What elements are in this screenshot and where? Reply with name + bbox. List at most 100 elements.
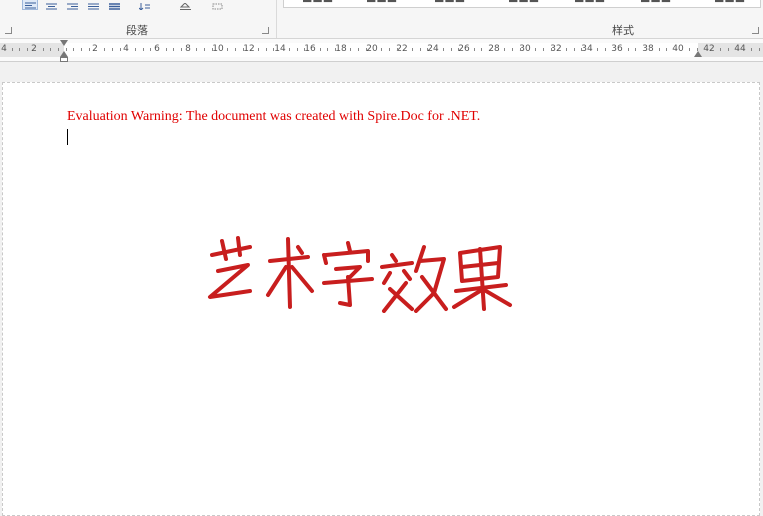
ruler-tick xyxy=(520,48,521,51)
ruler-tick xyxy=(120,48,121,51)
ribbon: 段落 ▬▬▬ ▬▬▬ ▬▬▬ ▬▬▬ ▬▬▬ ▬▬▬ ▬▬▬ 样式 xyxy=(0,0,763,39)
ruler-tick xyxy=(50,48,51,51)
ruler-number: 10 xyxy=(212,44,224,54)
justify-icon xyxy=(87,3,99,10)
ruler-tick xyxy=(266,48,267,51)
ruler-tick xyxy=(27,48,28,51)
ruler-tick xyxy=(335,48,336,51)
ruler-tick xyxy=(227,48,228,51)
justify-button[interactable] xyxy=(85,0,101,10)
style-item[interactable]: ▬▬▬ xyxy=(302,0,333,6)
document-page[interactable]: Evaluation Warning: The document was cre… xyxy=(2,82,760,516)
ruler-tick xyxy=(451,48,452,51)
style-item[interactable]: ▬▬▬ xyxy=(640,0,671,6)
borders-button[interactable] xyxy=(209,0,225,10)
ruler-number: 4 xyxy=(123,44,129,54)
wordart-image[interactable] xyxy=(198,233,518,313)
first-line-indent-marker[interactable] xyxy=(60,40,68,46)
font-dialog-launcher[interactable] xyxy=(5,27,12,34)
ruler-tick xyxy=(535,48,536,51)
ruler-tick xyxy=(181,48,182,51)
ruler-number: 20 xyxy=(366,44,378,54)
horizontal-ruler[interactable]: 4 2 2 4 6 8 10 12 14 16 18 20 22 24 26 28 30 32 34 36 38 40 42… xyxy=(0,39,763,62)
ruler-number: 36 xyxy=(611,44,623,54)
ruler-tick xyxy=(504,48,505,51)
ruler-tick xyxy=(196,48,197,51)
ruler-tick xyxy=(112,48,113,51)
ruler-number: 4 xyxy=(1,44,7,54)
ruler-tick xyxy=(81,48,82,51)
ruler-tick xyxy=(689,48,690,51)
ruler-tick xyxy=(751,48,752,51)
align-left-icon xyxy=(24,2,36,9)
ruler-tick xyxy=(458,48,459,51)
ruler-tick xyxy=(381,48,382,51)
ruler-tick xyxy=(666,48,667,51)
ruler-number: 34 xyxy=(581,44,593,54)
ruler-number: 12 xyxy=(243,44,255,54)
ruler-tick xyxy=(58,48,59,51)
style-item[interactable]: ▬▬▬ xyxy=(366,0,397,6)
align-right-icon xyxy=(66,3,78,10)
styles-gallery[interactable]: ▬▬▬ ▬▬▬ ▬▬▬ ▬▬▬ ▬▬▬ ▬▬▬ ▬▬▬ xyxy=(283,0,761,8)
ruler-tick xyxy=(258,48,259,51)
ruler-tick xyxy=(104,48,105,51)
right-indent-marker[interactable] xyxy=(694,51,702,57)
ruler-tick xyxy=(412,48,413,51)
ruler-tick xyxy=(427,48,428,51)
ruler-tick xyxy=(73,48,74,51)
ruler-number: 6 xyxy=(154,44,160,54)
ruler-tick xyxy=(12,48,13,51)
ruler-number: 24 xyxy=(427,44,439,54)
ruler-tick xyxy=(720,48,721,51)
ruler-tick xyxy=(358,48,359,51)
ruler-number: 28 xyxy=(488,44,500,54)
ruler-number: 38 xyxy=(642,44,654,54)
shading-button[interactable] xyxy=(177,0,193,10)
ruler-number: 2 xyxy=(31,44,37,54)
ruler-tick xyxy=(659,48,660,51)
shading-icon xyxy=(179,3,191,10)
align-center-button[interactable] xyxy=(43,0,59,10)
ruler-number: 42 xyxy=(703,44,715,54)
document-area[interactable]: Evaluation Warning: The document was cre… xyxy=(0,62,763,516)
style-item[interactable]: ▬▬▬ xyxy=(714,0,745,6)
ruler-tick xyxy=(574,48,575,51)
ruler-tick xyxy=(474,48,475,51)
styles-group-label: 样式 xyxy=(612,24,634,37)
ruler-number: 18 xyxy=(335,44,347,54)
ruler-tick xyxy=(327,48,328,51)
ruler-tick xyxy=(297,48,298,51)
ruler-tick xyxy=(728,48,729,51)
align-left-button[interactable] xyxy=(22,0,38,10)
ruler-tick xyxy=(605,48,606,51)
group-separator xyxy=(276,0,277,38)
ruler-tick xyxy=(397,48,398,51)
ruler-tick xyxy=(566,48,567,51)
ruler-number: 14 xyxy=(274,44,286,54)
ruler-number: 26 xyxy=(458,44,470,54)
distributed-button[interactable] xyxy=(106,0,122,10)
ruler-tick xyxy=(243,48,244,51)
ruler-tick xyxy=(366,48,367,51)
ruler-tick xyxy=(89,48,90,51)
evaluation-warning-text: Evaluation Warning: The document was cre… xyxy=(67,109,481,124)
ruler-tick xyxy=(143,48,144,51)
text-caret xyxy=(67,129,68,145)
ruler-number: 44 xyxy=(734,44,746,54)
paragraph-dialog-launcher[interactable] xyxy=(262,27,269,34)
style-item[interactable]: ▬▬▬ xyxy=(508,0,539,6)
styles-dialog-launcher[interactable] xyxy=(752,27,759,34)
line-spacing-button[interactable] xyxy=(136,0,152,10)
ruler-tick xyxy=(320,48,321,51)
ruler-tick xyxy=(420,48,421,51)
style-item[interactable]: ▬▬▬ xyxy=(574,0,605,6)
ruler-number: 8 xyxy=(185,44,191,54)
align-right-button[interactable] xyxy=(64,0,80,10)
ruler-number: 40 xyxy=(672,44,684,54)
align-center-icon xyxy=(45,3,57,10)
ruler-tick xyxy=(635,48,636,51)
ruler-tick xyxy=(204,48,205,51)
ruler-tick xyxy=(481,48,482,51)
style-item[interactable]: ▬▬▬ xyxy=(434,0,465,6)
